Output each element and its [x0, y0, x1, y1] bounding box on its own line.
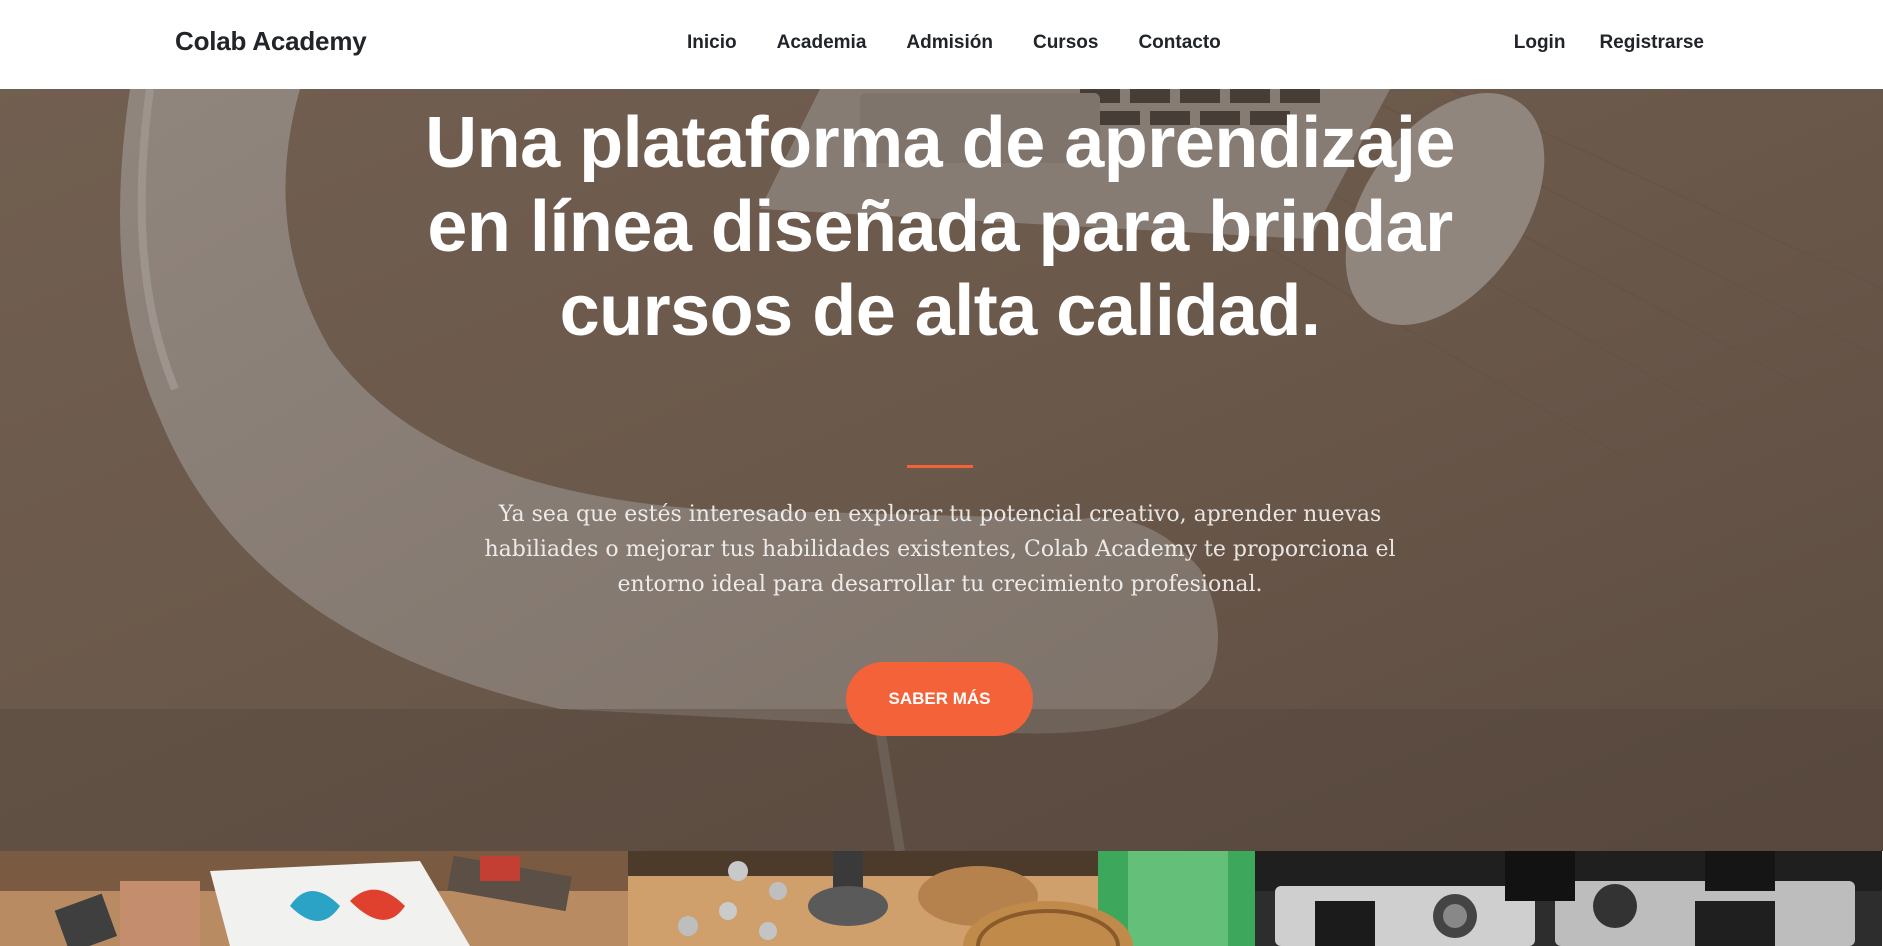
- hero-subtitle: Ya sea que estés interesado en explorar …: [484, 502, 1396, 597]
- nav-link-admision[interactable]: Admisión: [906, 32, 993, 54]
- register-link[interactable]: Registrarse: [1599, 32, 1704, 54]
- main-nav: Inicio Academia Admisión Cursos Contacto: [687, 32, 1261, 54]
- saber-mas-button[interactable]: SABER MÁS: [846, 662, 1033, 736]
- design-tools-photo: [0, 851, 628, 946]
- navbar: Colab Academy Inicio Academia Admisión C…: [0, 0, 1883, 89]
- nav-link-cursos[interactable]: Cursos: [1033, 32, 1098, 54]
- nav-link-academia[interactable]: Academia: [777, 32, 867, 54]
- portfolio-item-camera[interactable]: [1255, 851, 1883, 946]
- hero-content: Una plataforma de aprendizaje en línea d…: [0, 89, 1883, 851]
- login-link[interactable]: Login: [1514, 32, 1566, 54]
- auth-nav: Login Registrarse: [1480, 32, 1704, 54]
- hero-divider: [907, 465, 973, 468]
- portfolio-item-design-tools[interactable]: [0, 851, 628, 946]
- hero-title: Una plataforma de aprendizaje en línea d…: [425, 103, 1455, 351]
- wooden-objects-photo: [627, 851, 1256, 946]
- nav-link-contacto[interactable]: Contacto: [1138, 32, 1220, 54]
- brand-logo[interactable]: Colab Academy: [175, 26, 367, 57]
- camera-photo: [1255, 851, 1883, 946]
- hero-section: Una plataforma de aprendizaje en línea d…: [0, 89, 1883, 851]
- nav-link-inicio[interactable]: Inicio: [687, 32, 737, 54]
- portfolio-item-wooden-objects[interactable]: [627, 851, 1256, 946]
- portfolio-strip: [0, 851, 1883, 946]
